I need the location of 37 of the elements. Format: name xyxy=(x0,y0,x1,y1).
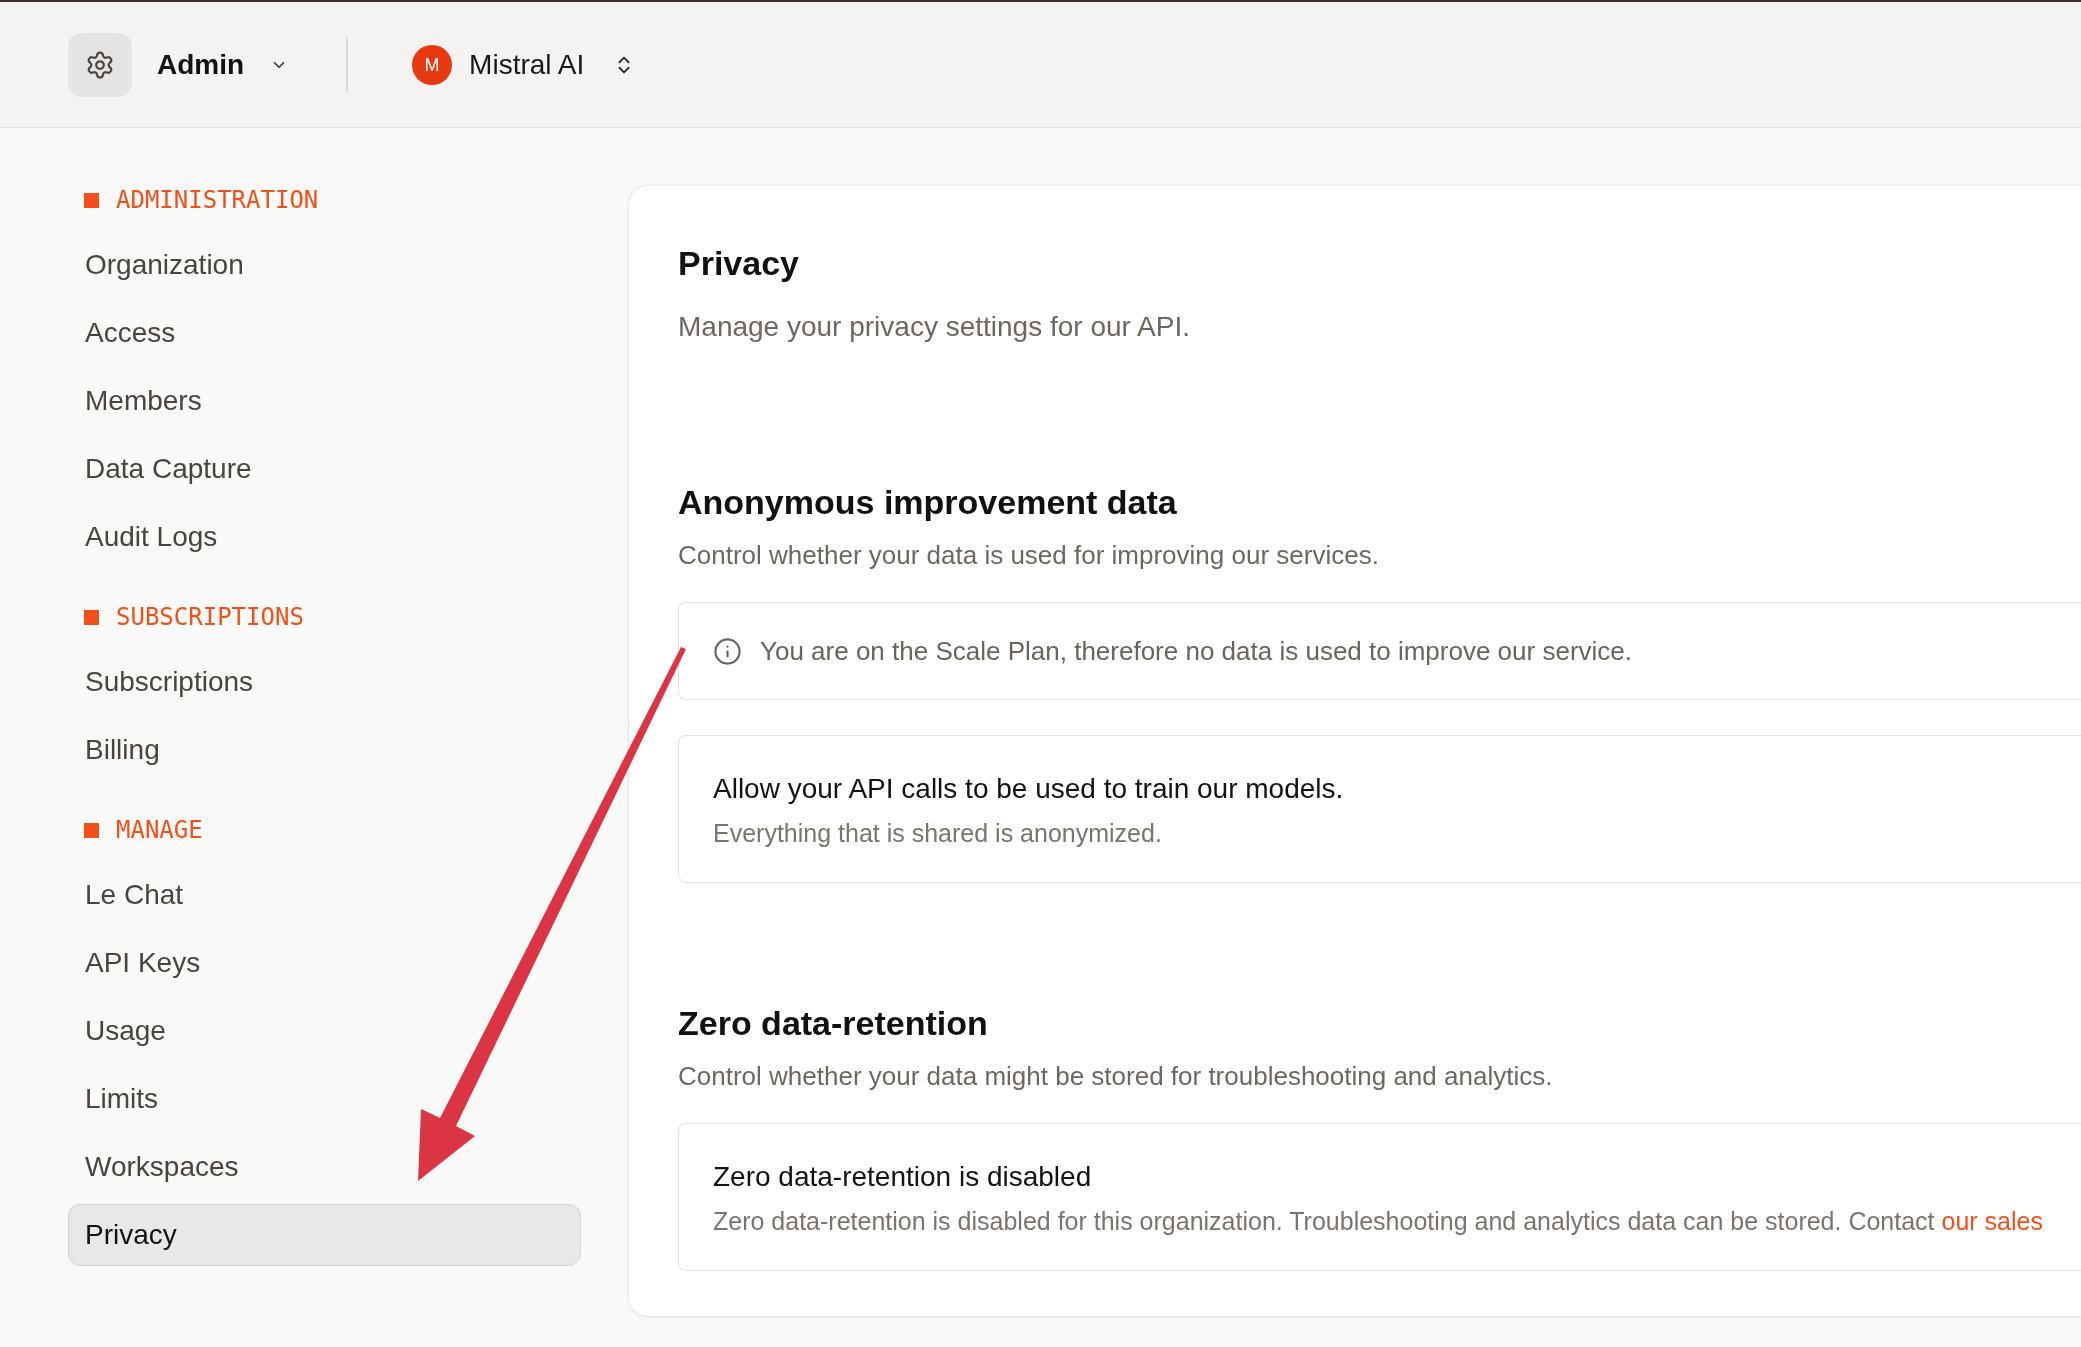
sidebar-item[interactable]: Subscriptions xyxy=(68,651,581,713)
setting-description: Everything that is shared is anonymized. xyxy=(713,818,1162,849)
section-heading: SUBSCRIPTIONS xyxy=(116,602,304,632)
sidebar-item[interactable]: Le Chat xyxy=(68,864,581,926)
section-heading: ADMINISTRATION xyxy=(116,185,319,215)
square-icon xyxy=(84,822,99,838)
sidebar-item[interactable]: API Keys xyxy=(68,932,581,994)
sidebar-item[interactable]: Organization xyxy=(68,234,581,296)
sidebar-item[interactable]: Data Capture xyxy=(68,438,581,500)
sidebar-item[interactable]: Workspaces xyxy=(68,1136,581,1198)
organization-switcher[interactable]: M Mistral AI xyxy=(412,44,636,85)
sidebar-item[interactable]: Access xyxy=(68,302,581,364)
sales-link[interactable]: our sales xyxy=(1941,1207,2043,1235)
workspace-dropdown[interactable]: Admin xyxy=(157,46,289,83)
sidebar-item[interactable]: Billing xyxy=(68,719,581,781)
section-heading: MANAGE xyxy=(116,815,203,845)
setting-title: Zero data-retention is disabled xyxy=(713,1160,1092,1194)
sidebar-item[interactable]: Limits xyxy=(68,1068,581,1130)
section-description: Control whether your data might be stored for troubleshooting and analytics. xyxy=(678,1060,1553,1092)
section-title: Zero data-retention xyxy=(678,1003,988,1044)
sidebar-item[interactable]: Audit Logs xyxy=(68,506,581,568)
notice-text: You are on the Scale Plan, therefore no data is used to improve our service. xyxy=(760,635,1632,667)
setting-description: Zero data-retention is disabled for this organization. Troubleshooting and analytics data can be stored. Contact our sales xyxy=(713,1206,2043,1237)
info-icon xyxy=(713,636,742,666)
settings-icon xyxy=(85,49,115,80)
sidebar-item[interactable]: Members xyxy=(68,370,581,432)
section-title: Anonymous improvement data xyxy=(678,482,1177,523)
page-title: Privacy xyxy=(678,243,799,284)
square-icon xyxy=(84,609,99,625)
square-icon xyxy=(84,192,99,208)
sidebar-item[interactable]: Privacy xyxy=(68,1204,581,1266)
settings-button[interactable] xyxy=(68,32,132,97)
setting-title: Allow your API calls to be used to train our models. xyxy=(713,772,1344,806)
page-subtitle: Manage your privacy settings for our API. xyxy=(678,310,1191,344)
section-description: Control whether your data is used for improving our services. xyxy=(678,539,1379,571)
sidebar-item[interactable]: Usage xyxy=(68,1000,581,1062)
organization-avatar: M xyxy=(412,44,453,85)
